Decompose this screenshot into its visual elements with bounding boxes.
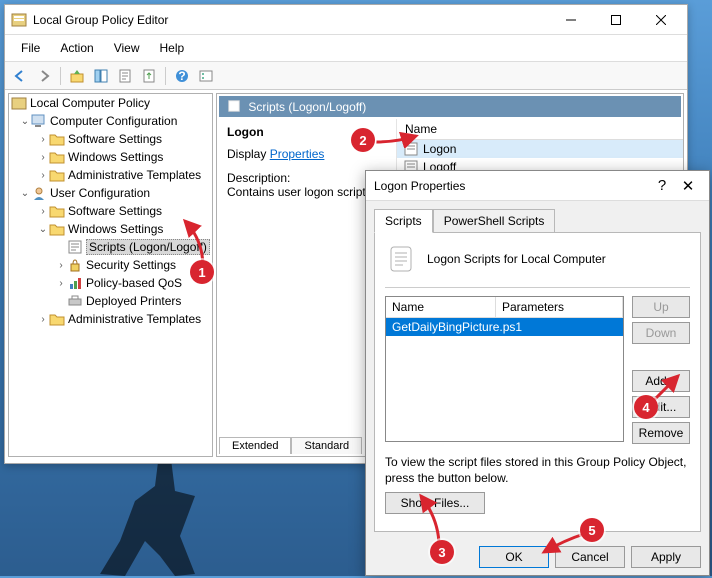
expand-icon[interactable]: ›: [37, 152, 49, 163]
scripts-icon: [67, 240, 83, 254]
policy-icon: [11, 96, 27, 110]
menubar: File Action View Help: [5, 35, 687, 62]
add-button[interactable]: Add...: [632, 370, 690, 392]
tab-scripts[interactable]: Scripts: [374, 209, 433, 233]
detail-header: Scripts (Logon/Logoff): [219, 96, 681, 117]
up-button[interactable]: Up: [632, 296, 690, 318]
dialog-title: Logon Properties: [374, 179, 649, 193]
expand-icon[interactable]: ›: [37, 170, 49, 181]
folder-icon: [49, 312, 65, 326]
expand-icon[interactable]: ›: [55, 278, 67, 289]
tree-printers[interactable]: Deployed Printers: [9, 292, 212, 310]
lock-icon: [67, 258, 83, 272]
tab-powershell[interactable]: PowerShell Scripts: [433, 209, 556, 233]
tree-user-windows[interactable]: ⌄ Windows Settings: [9, 220, 212, 238]
apply-button[interactable]: Apply: [631, 546, 701, 568]
tree-root[interactable]: Local Computer Policy: [9, 94, 212, 112]
folder-icon: [49, 150, 65, 164]
expand-icon[interactable]: ›: [37, 206, 49, 217]
detail-category: Logon: [227, 125, 386, 139]
tab-extended[interactable]: Extended: [219, 437, 291, 454]
tree-qos[interactable]: › Policy-based QoS: [9, 274, 212, 292]
folder-icon: [49, 132, 65, 146]
folder-icon: [49, 168, 65, 182]
menu-help[interactable]: Help: [150, 37, 195, 59]
expand-icon[interactable]: ›: [37, 314, 49, 325]
folder-icon: [49, 204, 65, 218]
logon-properties-dialog: Logon Properties ? ✕ Scripts PowerShell …: [365, 170, 710, 576]
menu-view[interactable]: View: [104, 37, 150, 59]
desktop-silhouette: [100, 446, 240, 576]
up-level-button[interactable]: [66, 65, 88, 87]
tree-user-admin[interactable]: › Administrative Templates: [9, 310, 212, 328]
properties-link[interactable]: Properties: [270, 147, 325, 161]
description-label: Description:: [227, 171, 290, 185]
column-header[interactable]: Name: [397, 119, 683, 140]
titlebar: Local Group Policy Editor: [5, 5, 687, 35]
script-icon: [403, 142, 419, 156]
cancel-button[interactable]: Cancel: [555, 546, 625, 568]
tree-pane[interactable]: Local Computer Policy ⌄ Computer Configu…: [8, 93, 213, 457]
show-files-button[interactable]: Show Files...: [385, 492, 485, 514]
tree-security[interactable]: › Security Settings: [9, 256, 212, 274]
edit-button[interactable]: Edit...: [632, 396, 690, 418]
down-button[interactable]: Down: [632, 322, 690, 344]
folder-icon: [49, 222, 65, 236]
toolbar: ?: [5, 62, 687, 90]
ok-button[interactable]: OK: [479, 546, 549, 568]
dialog-titlebar: Logon Properties ? ✕: [366, 171, 709, 201]
user-icon: [31, 186, 47, 200]
window-title: Local Group Policy Editor: [33, 13, 548, 27]
tree-comp-software[interactable]: › Software Settings: [9, 130, 212, 148]
tree-computer-config[interactable]: ⌄ Computer Configuration: [9, 112, 212, 130]
qos-icon: [67, 276, 83, 290]
export-button[interactable]: [138, 65, 160, 87]
filter-button[interactable]: [195, 65, 217, 87]
expand-icon[interactable]: ›: [55, 260, 67, 271]
close-button[interactable]: ✕: [675, 177, 701, 195]
forward-button[interactable]: [33, 65, 55, 87]
scripts-tab-panel: Logon Scripts for Local Computer Name Pa…: [374, 232, 701, 532]
computer-icon: [31, 114, 47, 128]
remove-button[interactable]: Remove: [632, 422, 690, 444]
scroll-icon: [385, 243, 417, 275]
description-text: Contains user logon scripts.: [227, 185, 375, 199]
help-button[interactable]: ?: [171, 65, 193, 87]
expand-icon[interactable]: ⌄: [37, 224, 49, 235]
tree-comp-windows[interactable]: › Windows Settings: [9, 148, 212, 166]
tree-scripts[interactable]: Scripts (Logon/Logoff): [9, 238, 212, 256]
app-icon: [11, 12, 27, 28]
maximize-button[interactable]: [593, 6, 638, 34]
list-item-logon[interactable]: Logon: [397, 140, 683, 158]
col-name: Name: [397, 122, 437, 136]
expand-icon[interactable]: ⌄: [19, 116, 31, 127]
tree-user-software[interactable]: › Software Settings: [9, 202, 212, 220]
properties-button[interactable]: [114, 65, 136, 87]
display-label: Display: [227, 147, 266, 161]
col-name[interactable]: Name: [386, 297, 496, 317]
expand-icon[interactable]: ⌄: [19, 188, 31, 199]
scripts-icon: [227, 99, 241, 113]
back-button[interactable]: [9, 65, 31, 87]
tree-comp-admin[interactable]: › Administrative Templates: [9, 166, 212, 184]
svg-text:?: ?: [178, 69, 185, 83]
bottom-tabs: Extended Standard: [219, 437, 362, 454]
tab-standard[interactable]: Standard: [291, 437, 362, 454]
minimize-button[interactable]: [548, 6, 593, 34]
expand-icon[interactable]: ›: [37, 134, 49, 145]
tree-user-config[interactable]: ⌄ User Configuration: [9, 184, 212, 202]
script-row[interactable]: GetDailyBingPicture.ps1: [386, 318, 623, 336]
scripts-heading: Logon Scripts for Local Computer: [427, 252, 606, 266]
scripts-listbox[interactable]: Name Parameters GetDailyBingPicture.ps1: [385, 296, 624, 442]
show-hide-tree-button[interactable]: [90, 65, 112, 87]
menu-file[interactable]: File: [11, 37, 50, 59]
col-parameters[interactable]: Parameters: [496, 297, 623, 317]
menu-action[interactable]: Action: [50, 37, 103, 59]
hint-text: To view the script files stored in this …: [385, 454, 690, 486]
help-button[interactable]: ?: [649, 177, 675, 194]
close-button[interactable]: [638, 6, 683, 34]
printer-icon: [67, 294, 83, 308]
dialog-tabs: Scripts PowerShell Scripts: [366, 201, 709, 233]
